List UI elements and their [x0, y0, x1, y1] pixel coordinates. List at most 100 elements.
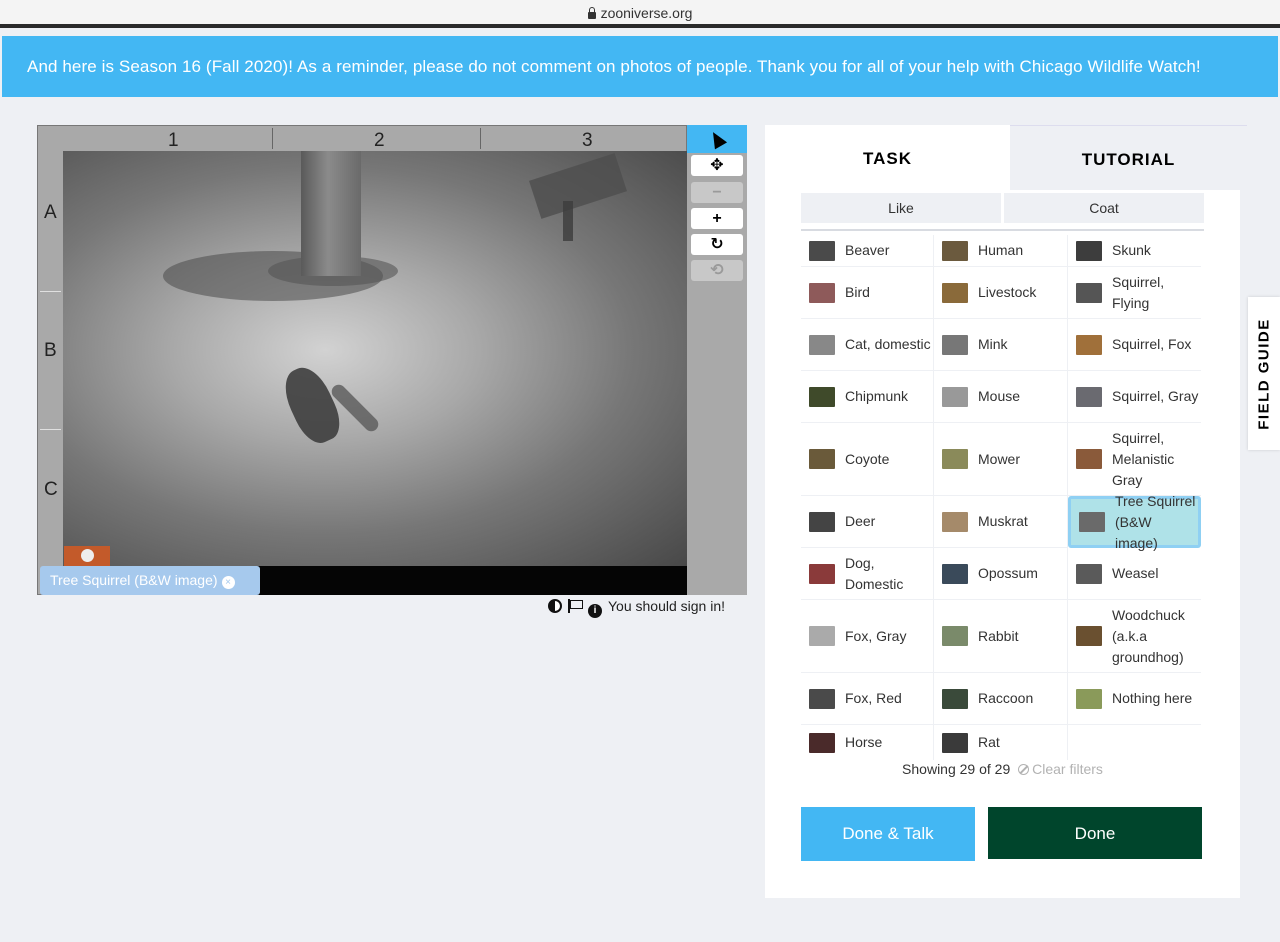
choice-item[interactable]: Tree Squirrel (B&W image): [1068, 493, 1201, 551]
move-tool-button[interactable]: ✥: [691, 155, 743, 176]
camera-logo-icon: [81, 549, 94, 562]
camera-logo: [64, 546, 110, 566]
choice-thumbnail: [942, 626, 968, 646]
results-count: Showing 29 of 29: [902, 761, 1011, 777]
reset-view-button[interactable]: ⟲: [691, 260, 743, 281]
browser-url-bar[interactable]: zooniverse.org: [0, 0, 1280, 28]
choice-thumbnail: [1076, 334, 1102, 355]
camera-trap-photo[interactable]: [63, 151, 687, 566]
choice-item[interactable]: Mink: [934, 319, 1068, 371]
choice-label: Squirrel, Fox: [1112, 336, 1192, 352]
tree-trunk-shape: [301, 151, 361, 276]
choice-item[interactable]: Squirrel, Melanistic Gray: [1068, 423, 1201, 496]
choice-thumbnail: [942, 282, 968, 303]
choice-label: Dog, Domestic: [845, 554, 904, 592]
choice-item[interactable]: Bird: [801, 267, 934, 319]
grid-column-divider: [272, 128, 273, 149]
grid-row-label: B: [44, 340, 57, 361]
clear-filters-link[interactable]: Clear filters: [1018, 761, 1103, 777]
clear-filters-label: Clear filters: [1032, 761, 1103, 777]
sign-in-prompt[interactable]: You should sign in!: [608, 598, 725, 614]
clear-icon: [1018, 764, 1030, 775]
choice-item[interactable]: Coyote: [801, 423, 934, 496]
subject-meta-row: i You should sign in!: [548, 598, 748, 618]
tab-tutorial[interactable]: TUTORIAL: [1010, 125, 1247, 190]
choice-thumbnail: [809, 386, 835, 407]
grid-row-label: A: [44, 202, 57, 223]
image-frame: 1 2 3 A B C Tree Squirrel (B&W image) ×: [37, 125, 687, 595]
bench-shape: [529, 153, 627, 219]
choice-thumbnail: [942, 449, 968, 469]
contrast-icon[interactable]: [548, 599, 562, 613]
choice-label: Skunk: [1112, 242, 1151, 258]
choice-thumbnail: [942, 240, 968, 261]
choice-item[interactable]: Nothing here: [1068, 673, 1201, 725]
choice-item[interactable]: Rabbit: [934, 600, 1068, 673]
choice-label: Chipmunk: [845, 388, 909, 404]
zoom-in-button[interactable]: +: [691, 208, 743, 229]
flag-icon[interactable]: [568, 599, 583, 613]
done-button[interactable]: Done: [988, 807, 1202, 859]
grid-row-divider: [40, 429, 61, 430]
annotate-tool-button[interactable]: [687, 125, 747, 153]
filter-coat-button[interactable]: Coat: [1004, 193, 1204, 223]
choice-item[interactable]: Cat, domestic: [801, 319, 934, 371]
choice-label: Squirrel, Gray: [1112, 388, 1199, 404]
choice-item[interactable]: Fox, Gray: [801, 600, 934, 673]
choice-thumbnail: [942, 688, 968, 709]
choice-item[interactable]: Deer: [801, 496, 934, 548]
choice-thumbnail: [809, 563, 835, 584]
choice-item[interactable]: Muskrat: [934, 496, 1068, 548]
choice-item[interactable]: Woodchuck (a.k.a groundhog): [1068, 600, 1201, 673]
choice-item[interactable]: Chipmunk: [801, 371, 934, 423]
lock-icon: [587, 7, 596, 19]
choice-item[interactable]: Squirrel, Flying: [1068, 267, 1201, 319]
choice-thumbnail: [942, 732, 968, 753]
choice-thumbnail: [942, 386, 968, 407]
choice-item[interactable]: Weasel: [1068, 548, 1201, 600]
info-icon[interactable]: i: [588, 604, 602, 618]
choice-thumbnail: [942, 511, 968, 532]
field-guide-tab[interactable]: FIELD GUIDE: [1248, 297, 1280, 450]
grid-column-divider: [480, 128, 481, 149]
choice-item[interactable]: Skunk: [1068, 235, 1201, 267]
choice-item[interactable]: Opossum: [934, 548, 1068, 600]
results-count-row: Showing 29 of 29 Clear filters: [765, 761, 1240, 777]
choice-item[interactable]: Human: [934, 235, 1068, 267]
choice-thumbnail: [809, 449, 835, 469]
choice-label: Nothing here: [1112, 690, 1193, 706]
grid-column-label: 3: [582, 130, 593, 151]
grid-column-label: 1: [168, 130, 179, 151]
choice-item[interactable]: Squirrel, Fox: [1068, 319, 1201, 371]
subject-tag[interactable]: Tree Squirrel (B&W image) ×: [40, 566, 260, 595]
grid-row-label: C: [44, 479, 58, 500]
tab-task[interactable]: TASK: [765, 125, 1010, 190]
choice-label: Muskrat: [978, 513, 1028, 529]
choice-label: Squirrel, Flying: [1112, 273, 1165, 311]
choice-item[interactable]: Mower: [934, 423, 1068, 496]
choice-label: Raccoon: [978, 690, 1034, 706]
filter-bar: Like Coat: [801, 193, 1204, 223]
choice-item[interactable]: Raccoon: [934, 673, 1068, 725]
choice-item[interactable]: Livestock: [934, 267, 1068, 319]
choice-item[interactable]: Beaver: [801, 235, 934, 267]
animal-shape: [276, 360, 348, 450]
choice-thumbnail: [809, 240, 835, 261]
choice-thumbnail: [809, 626, 835, 646]
choice-thumbnail: [1076, 563, 1102, 584]
choice-item[interactable]: Fox, Red: [801, 673, 934, 725]
filter-like-button[interactable]: Like: [801, 193, 1001, 223]
choice-label: Livestock: [978, 284, 1037, 300]
close-icon[interactable]: ×: [221, 576, 235, 589]
choice-item[interactable]: Mouse: [934, 371, 1068, 423]
zoom-out-button[interactable]: −: [691, 182, 743, 203]
done-and-talk-button[interactable]: Done & Talk: [801, 807, 975, 861]
choice-item[interactable]: Squirrel, Gray: [1068, 371, 1201, 423]
choice-item[interactable]: Rat: [934, 725, 1068, 760]
choice-thumbnail: [809, 282, 835, 303]
rotate-button[interactable]: ↻: [691, 234, 743, 255]
choice-item[interactable]: Dog, Domestic: [801, 548, 934, 600]
choice-item[interactable]: Horse: [801, 725, 934, 760]
choice-thumbnail: [942, 563, 968, 584]
subject-viewer: 1 2 3 A B C Tree Squirrel (B&W image) × ✥…: [37, 125, 747, 595]
